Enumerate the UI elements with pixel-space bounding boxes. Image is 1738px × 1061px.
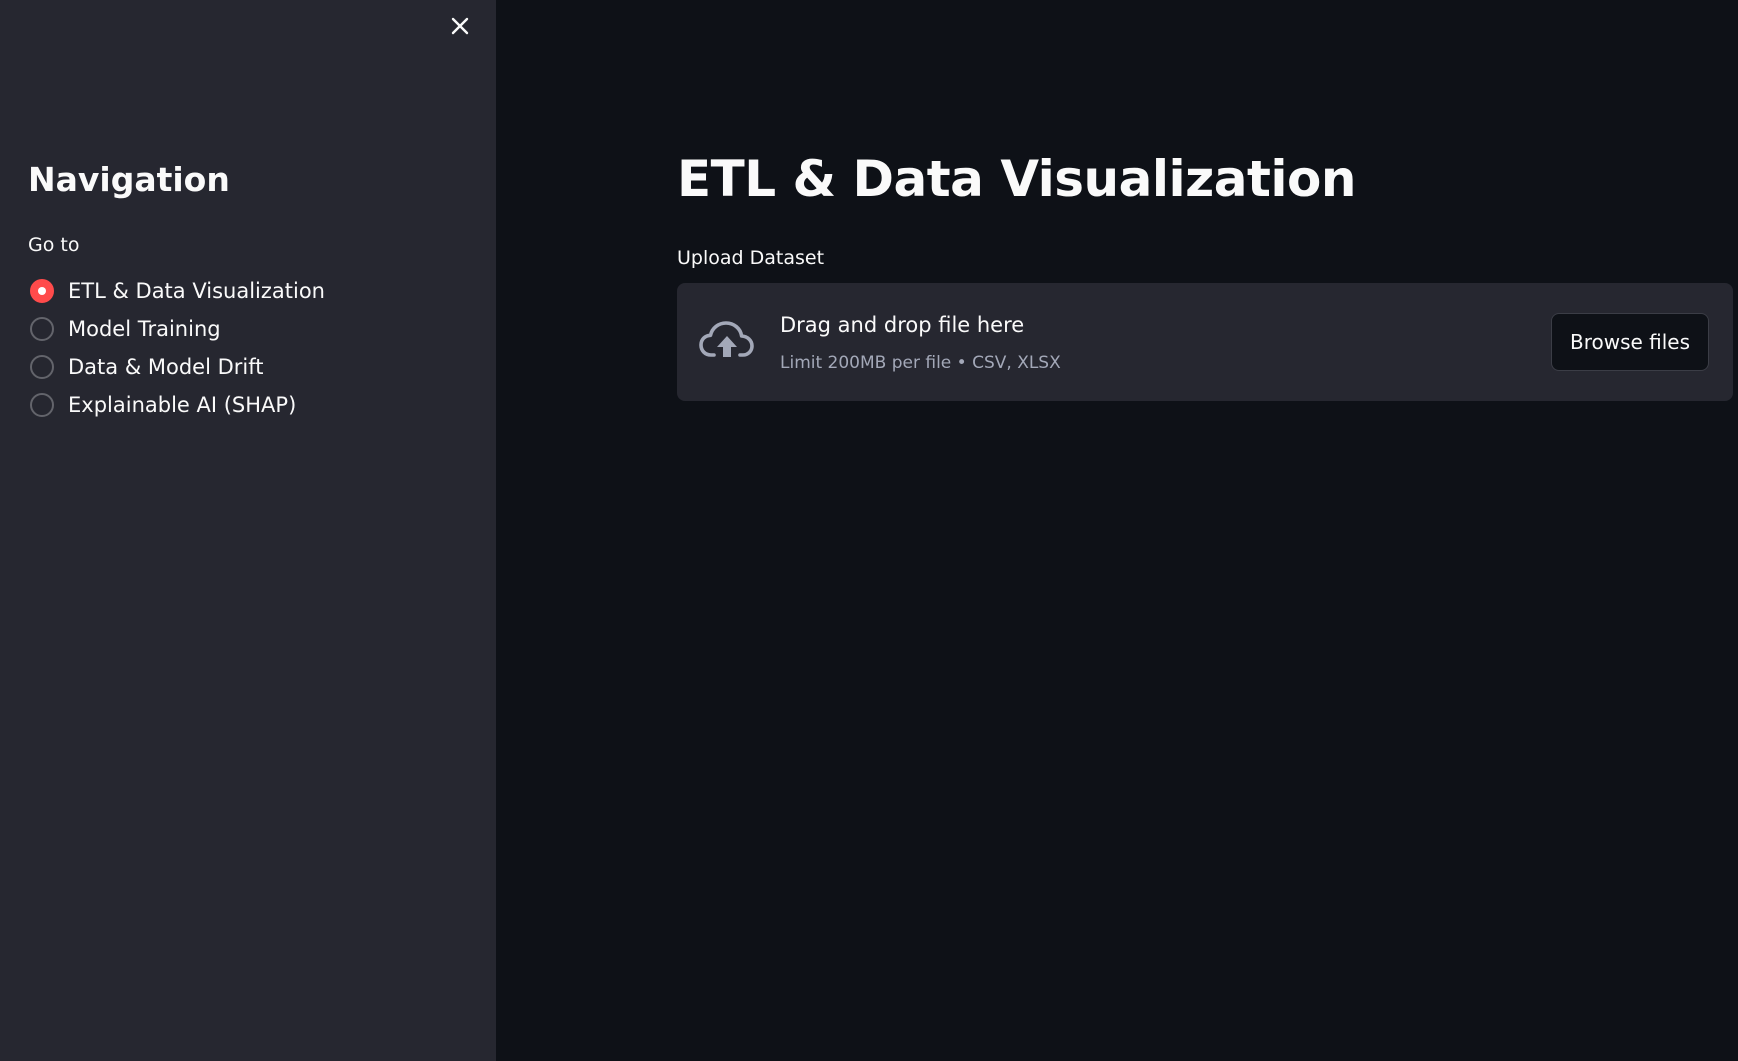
cloud-upload-icon: [699, 321, 754, 357]
uploader-label: Upload Dataset: [677, 247, 825, 269]
radio-button[interactable]: [30, 355, 54, 379]
drop-text: Drag and drop file here: [780, 313, 1025, 337]
sidebar: Navigation Go to ETL & Data Visualizatio…: [0, 0, 496, 1061]
close-sidebar-button[interactable]: [444, 10, 476, 42]
upload-limit-text: Limit 200MB per file • CSV, XLSX: [780, 353, 1061, 373]
radio-dot: [38, 287, 46, 295]
radio-option-etl[interactable]: ETL & Data Visualization: [30, 272, 325, 310]
browse-files-button[interactable]: Browse files: [1551, 313, 1709, 371]
radio-option-shap[interactable]: Explainable AI (SHAP): [30, 386, 325, 424]
file-dropzone[interactable]: Drag and drop file here Limit 200MB per …: [677, 283, 1733, 401]
radio-option-model-training[interactable]: Model Training: [30, 310, 325, 348]
radio-group-label: Go to: [28, 234, 80, 256]
radio-button[interactable]: [30, 317, 54, 341]
radio-option-label: Model Training: [68, 317, 221, 341]
sidebar-title: Navigation: [28, 160, 230, 199]
radio-option-label: ETL & Data Visualization: [68, 279, 325, 303]
app-root: Navigation Go to ETL & Data Visualizatio…: [0, 0, 1738, 1061]
page-title: ETL & Data Visualization: [677, 150, 1357, 208]
radio-option-label: Explainable AI (SHAP): [68, 393, 297, 417]
navigation-radio-group: ETL & Data Visualization Model Training …: [30, 272, 325, 424]
radio-button[interactable]: [30, 393, 54, 417]
main-content: ETL & Data Visualization Upload Dataset …: [496, 0, 1738, 1061]
radio-option-drift[interactable]: Data & Model Drift: [30, 348, 325, 386]
radio-button-selected[interactable]: [30, 279, 54, 303]
close-icon: [451, 17, 469, 35]
radio-option-label: Data & Model Drift: [68, 355, 264, 379]
